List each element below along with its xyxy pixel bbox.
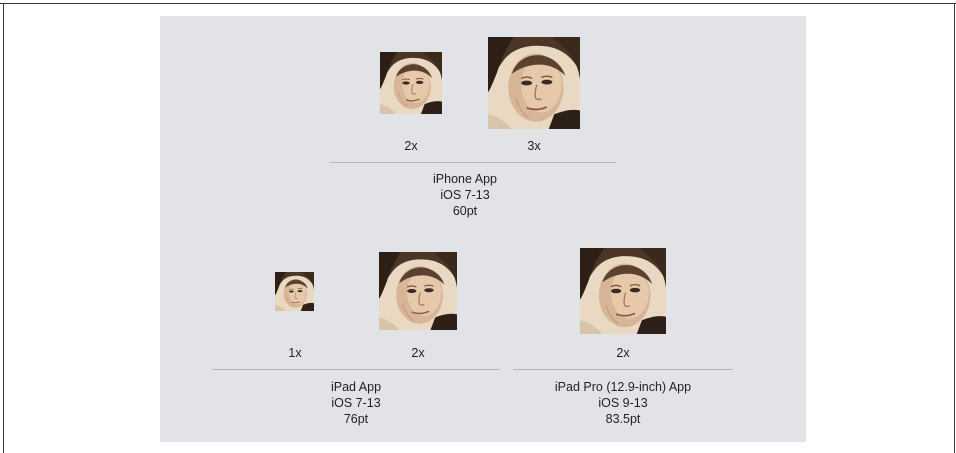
iphone-2x-label: 2x (404, 139, 418, 153)
frame-left-border (3, 3, 4, 453)
iphone-caption: iPhone App iOS 7-13 60pt (433, 171, 497, 219)
iphone-os: iOS 7-13 (440, 188, 490, 202)
ipad-divider (212, 369, 500, 370)
ipad-pro-os: iOS 9-13 (598, 396, 648, 410)
frame-top-border (0, 3, 956, 4)
iphone-divider (330, 162, 616, 163)
page: 2x 3x iPhone App iOS 7-13 60pt 1x 2x iPa… (0, 0, 956, 453)
iphone-3x-portrait-icon (488, 37, 580, 129)
ipad-pro-divider (513, 369, 733, 370)
ipad-1x-label: 1x (288, 346, 302, 360)
ipad-caption: iPad App iOS 7-13 76pt (331, 379, 381, 427)
iphone-title: iPhone App (433, 172, 497, 186)
ipad-1x-portrait-icon (275, 272, 314, 311)
ipad-pro-2x-portrait-icon (580, 248, 666, 334)
ipad-2x-portrait-icon (379, 252, 457, 330)
iphone-3x-label: 3x (527, 139, 541, 153)
ipad-pro-caption: iPad Pro (12.9-inch) App iOS 9-13 83.5pt (555, 379, 691, 427)
ipad-os: iOS 7-13 (331, 396, 381, 410)
ipad-pro-title: iPad Pro (12.9-inch) App (554, 380, 692, 394)
frame-right-border (954, 3, 955, 453)
ipad-pro-2x-label: 2x (616, 346, 630, 360)
ipad-2x-label: 2x (411, 346, 425, 360)
ipad-pro-size: 83.5pt (605, 412, 641, 426)
app-icon-panel: 2x 3x iPhone App iOS 7-13 60pt 1x 2x iPa… (160, 16, 806, 442)
iphone-2x-portrait-icon (380, 52, 442, 114)
ipad-size: 76pt (343, 412, 369, 426)
ipad-title: iPad App (330, 380, 382, 394)
iphone-size: 60pt (452, 204, 478, 218)
